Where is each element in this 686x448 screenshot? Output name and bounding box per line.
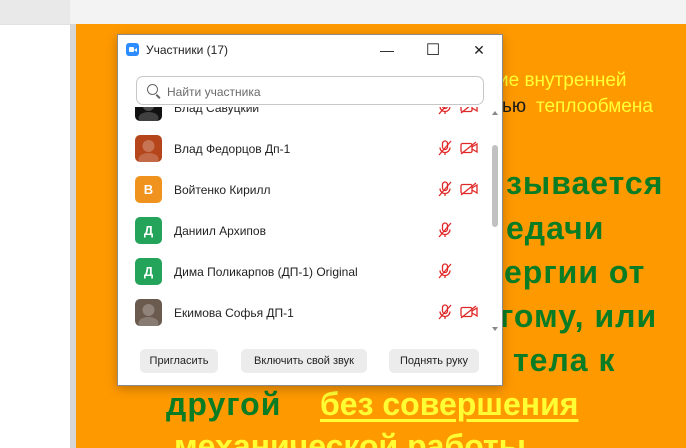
muted-mic-icon bbox=[438, 181, 452, 197]
slide-text-line-9: механической работы bbox=[174, 428, 526, 448]
participant-row[interactable]: Влад Савуцкий bbox=[118, 107, 488, 128]
slide-text-line-2a: ью bbox=[502, 96, 527, 117]
participant-name: Дима Поликарпов (ДП-1) Original bbox=[174, 265, 358, 279]
raise-hand-button[interactable]: Поднять руку bbox=[389, 349, 479, 373]
search-field[interactable] bbox=[136, 76, 484, 105]
video-off-icon bbox=[460, 107, 478, 114]
scroll-thumb[interactable] bbox=[492, 145, 498, 227]
participant-avatar: Д bbox=[135, 217, 162, 244]
participant-list[interactable]: Влад Савуцкий Влад Федорцов Дп-1 В Войтенко… bbox=[118, 107, 488, 335]
participant-avatar bbox=[135, 107, 162, 121]
muted-mic-icon bbox=[438, 140, 452, 156]
unmute-button[interactable]: Включить свой звук bbox=[241, 349, 367, 373]
slide-text-line-7: тела к bbox=[513, 342, 616, 378]
participant-row[interactable]: Д Дима Поликарпов (ДП-1) Original bbox=[118, 251, 488, 292]
participant-name: Екимова Софья ДП-1 bbox=[174, 306, 294, 320]
invite-button[interactable]: Пригласить bbox=[140, 349, 218, 373]
close-button[interactable]: ✕ bbox=[456, 35, 502, 65]
slide-text-line-8a: другой bbox=[166, 386, 282, 422]
participant-row[interactable]: Д Даниил Архипов bbox=[118, 210, 488, 251]
slide-text-line-2b: теплообмена bbox=[536, 96, 653, 117]
zoom-logo-icon bbox=[126, 43, 139, 56]
window-titlebar[interactable]: Участники (17) — ☐ ✕ bbox=[118, 35, 502, 65]
participant-name: Войтенко Кирилл bbox=[174, 183, 271, 197]
participant-avatar bbox=[135, 299, 162, 326]
slide-text-line-5: ергии от bbox=[504, 254, 646, 290]
video-off-icon bbox=[460, 182, 478, 196]
minimize-button[interactable]: — bbox=[364, 35, 410, 65]
slide-text-line-8b: без совершения bbox=[320, 386, 579, 422]
muted-mic-icon bbox=[438, 304, 452, 320]
participant-avatar bbox=[135, 135, 162, 162]
maximize-button[interactable]: ☐ bbox=[410, 35, 456, 65]
participant-avatar: В bbox=[135, 176, 162, 203]
scroll-down-arrow-icon[interactable] bbox=[492, 327, 498, 331]
participant-row[interactable]: В Войтенко Кирилл bbox=[118, 169, 488, 210]
background-window-strip bbox=[0, 0, 70, 24]
participant-avatar: Д bbox=[135, 258, 162, 285]
search-input[interactable] bbox=[165, 81, 469, 103]
muted-mic-icon bbox=[438, 222, 452, 238]
scroll-up-arrow-icon[interactable] bbox=[492, 111, 498, 115]
window-title: Участники (17) bbox=[146, 43, 229, 57]
participants-window: Участники (17) — ☐ ✕ Влад Савуцкий Влад Ф… bbox=[117, 34, 503, 386]
muted-mic-icon bbox=[438, 107, 452, 115]
close-icon: ✕ bbox=[473, 41, 485, 58]
slide-text-line-3: зывается bbox=[506, 165, 664, 201]
slide-text-line-6: гому, или bbox=[500, 298, 658, 334]
participant-list-scrollbar[interactable] bbox=[490, 107, 500, 335]
participant-row[interactable]: Влад Федорцов Дп-1 bbox=[118, 128, 488, 169]
muted-mic-icon bbox=[438, 263, 452, 279]
video-off-icon bbox=[460, 141, 478, 155]
participant-name: Влад Савуцкий bbox=[174, 107, 260, 115]
maximize-icon: ☐ bbox=[425, 42, 441, 59]
participant-name: Даниил Архипов bbox=[174, 224, 266, 238]
participant-name: Влад Федорцов Дп-1 bbox=[174, 142, 291, 156]
minimize-icon: — bbox=[380, 42, 394, 58]
video-off-icon bbox=[460, 305, 478, 319]
search-icon bbox=[147, 84, 158, 95]
slide-text-line-4: едачи bbox=[506, 210, 605, 246]
slide-text-line-1: ие внутренней bbox=[498, 70, 627, 91]
participant-row[interactable]: Екимова Софья ДП-1 bbox=[118, 292, 488, 333]
background-window-titlebar bbox=[0, 0, 686, 25]
